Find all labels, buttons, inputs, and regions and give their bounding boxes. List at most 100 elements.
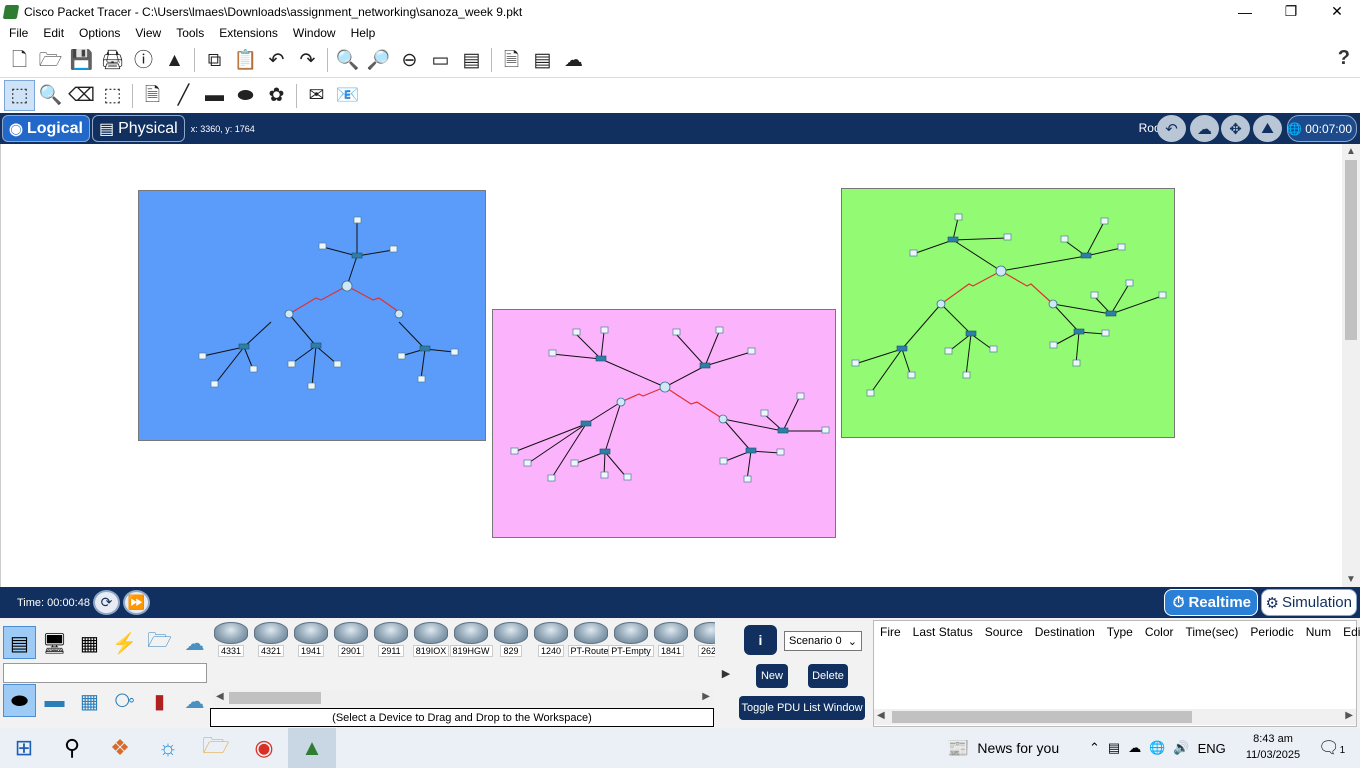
packet-tracer-taskbar-icon[interactable]: ▲ [288, 728, 336, 768]
delete-icon[interactable]: ⌫ [66, 80, 97, 111]
delete-scenario-button[interactable]: Delete [808, 664, 848, 688]
routers-icon[interactable]: ⬬ [3, 686, 36, 716]
simulation-mode-button[interactable]: ⚙ Simulation [1261, 589, 1357, 616]
device-list-scrollbar[interactable]: ◀ ▶ [213, 690, 713, 706]
close-button[interactable]: ✕ [1314, 0, 1360, 23]
pdu-table-scrollbar[interactable]: ◀ ▶ [874, 709, 1356, 725]
scroll-up-icon[interactable]: ▲ [1346, 146, 1356, 157]
chrome-browser-icon[interactable]: ◉ [240, 728, 288, 768]
info-icon[interactable]: ⓘ [128, 45, 159, 76]
onedrive-icon[interactable]: ☁ [1128, 740, 1141, 756]
undo-icon[interactable]: ↶ [261, 45, 292, 76]
network-icon[interactable]: 🌐 [1149, 740, 1165, 756]
print-icon[interactable]: 🖨 [97, 45, 128, 76]
copilot-icon[interactable]: ❖ [96, 728, 144, 768]
components-icon[interactable]: ▦ [73, 628, 106, 658]
tab-logical[interactable]: ◉ Logical [2, 115, 90, 142]
security-icon[interactable]: ▮ [143, 686, 176, 716]
realtime-mode-button[interactable]: ⏱ Realtime [1164, 589, 1258, 616]
copy-icon[interactable]: ⧉ [199, 45, 230, 76]
hubs-icon[interactable]: ▦ [73, 686, 106, 716]
device-2911[interactable]: 2911 [373, 622, 409, 657]
logical-workspace[interactable] [0, 144, 1342, 587]
menu-view[interactable]: View [129, 26, 170, 40]
scroll-right-icon[interactable]: ▶ [1345, 710, 1353, 721]
connections-icon[interactable]: ⚡ [108, 628, 141, 658]
background-image-icon[interactable]: ⛰ [1253, 115, 1282, 142]
viewport-clock[interactable]: 🌐 00:07:00 [1287, 115, 1357, 142]
maximize-button[interactable]: ❐ [1268, 0, 1314, 23]
device-4331[interactable]: 4331 [213, 622, 249, 657]
scroll-left-icon[interactable]: ◀ [877, 710, 885, 721]
drawing-palette-icon[interactable]: ▭ [425, 45, 456, 76]
device-pt-empty[interactable]: PT-Empty [608, 622, 654, 657]
scroll-thumb[interactable] [1345, 160, 1357, 340]
windows-start-icon[interactable]: ⊞ [0, 728, 48, 768]
file-explorer-icon[interactable]: 🗁 [192, 728, 240, 768]
zoom-out-icon[interactable]: ⊖ [394, 45, 425, 76]
cluster-icon[interactable]: ▤ [527, 45, 558, 76]
device-819hgw[interactable]: 819HGW [449, 622, 493, 657]
complex-pdu-icon[interactable]: 📧 [332, 80, 363, 111]
ellipse-icon[interactable]: ⬬ [230, 80, 261, 111]
move-icon[interactable]: ✥ [1221, 115, 1250, 142]
inspect-icon[interactable]: 🔍 [35, 80, 66, 111]
device-2620[interactable]: 2620 [693, 622, 715, 657]
edge-browser-icon[interactable]: ☼ [144, 728, 192, 768]
back-icon[interactable]: ↶ [1157, 115, 1186, 142]
network-devices-icon[interactable]: ▤ [3, 628, 36, 658]
scroll-down-icon[interactable]: ▼ [1346, 574, 1356, 585]
volume-icon[interactable]: 🔊 [1173, 740, 1189, 756]
toggle-pdu-list-button[interactable]: Toggle PDU List Window [739, 696, 865, 720]
multiuser-icon[interactable]: ☁ [178, 628, 211, 658]
select-icon[interactable]: ⬚ [4, 80, 35, 111]
new-file-icon[interactable]: 🗋 [4, 45, 35, 76]
fast-forward-icon[interactable]: ⏩ [122, 590, 150, 615]
scenario-info-icon[interactable]: i [744, 625, 777, 655]
tray-chevron-up-icon[interactable]: ⌃ [1089, 740, 1100, 756]
menu-options[interactable]: Options [73, 26, 129, 40]
menu-file[interactable]: File [3, 26, 37, 40]
line-icon[interactable]: ╱ [168, 80, 199, 111]
open-folder-icon[interactable]: 🗁 [35, 45, 66, 76]
device-819iox[interactable]: 819IOX [412, 622, 450, 657]
device-pt-router[interactable]: PT-Router [567, 622, 615, 657]
simple-pdu-icon[interactable]: ✉ [301, 80, 332, 111]
scenario-select[interactable]: Scenario 0 ⌄ [784, 631, 862, 651]
menu-help[interactable]: Help [345, 26, 385, 40]
end-devices-icon[interactable]: 🖥 [38, 628, 71, 658]
wan-emulation-icon[interactable]: ☁ [178, 686, 211, 716]
panel-collapse-icon[interactable]: ▶ [717, 622, 735, 725]
language-indicator[interactable]: ENG [1198, 741, 1226, 756]
minimize-button[interactable]: — [1222, 0, 1268, 23]
save-icon[interactable]: 💾 [66, 45, 97, 76]
switches-icon[interactable]: ▬ [38, 686, 71, 716]
device-1841[interactable]: 1841 [653, 622, 689, 657]
tab-physical[interactable]: ▤ Physical [91, 115, 185, 142]
scroll-thumb[interactable] [892, 711, 1192, 723]
freeform-icon[interactable]: ✿ [261, 80, 292, 111]
device-2901[interactable]: 2901 [333, 622, 369, 657]
taskbar-clock[interactable]: 8:43 am 11/03/2025 [1243, 731, 1303, 763]
custom-device-icon[interactable]: ▤ [456, 45, 487, 76]
menu-extensions[interactable]: Extensions [213, 26, 287, 40]
new-scenario-button[interactable]: New [756, 664, 788, 688]
zoom-reset-icon[interactable]: 🔎 [363, 45, 394, 76]
menu-tools[interactable]: Tools [170, 26, 213, 40]
zoom-in-icon[interactable]: 🔍 [332, 45, 363, 76]
help-icon[interactable]: ? [1338, 47, 1350, 70]
rectangle-icon[interactable]: ▬ [199, 80, 230, 111]
wireless-devices-icon[interactable]: ⧂ [108, 686, 141, 716]
menu-window[interactable]: Window [287, 26, 345, 40]
scroll-thumb[interactable] [229, 692, 321, 704]
menu-edit[interactable]: Edit [37, 26, 73, 40]
news-widget[interactable]: 📰 News for you [947, 728, 1059, 768]
device-829[interactable]: 829 [493, 622, 529, 657]
scroll-right-icon[interactable]: ▶ [702, 691, 710, 702]
resize-shape-icon[interactable]: ⬚ [97, 80, 128, 111]
search-icon[interactable]: ⚲ [48, 728, 96, 768]
notification-icon[interactable]: 🗨1 [1318, 738, 1345, 758]
miscellaneous-icon[interactable]: 🗁 [143, 628, 176, 658]
note-icon[interactable]: 🗎 [137, 80, 168, 111]
device-4321[interactable]: 4321 [253, 622, 289, 657]
